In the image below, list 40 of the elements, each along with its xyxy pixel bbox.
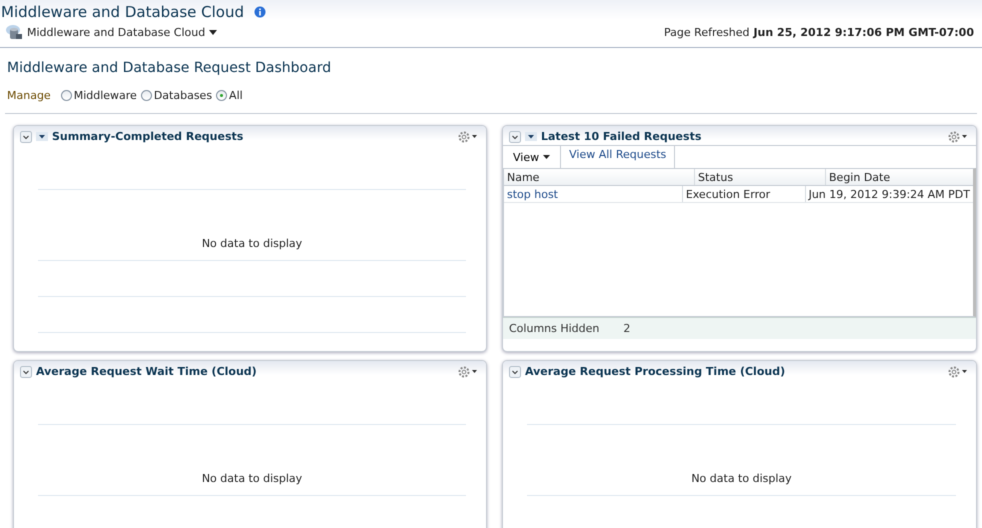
refresh-label: Page Refreshed [664,26,750,38]
table-cell: Execution Error [682,186,805,202]
view-menu[interactable]: View [503,146,562,168]
column-header[interactable]: Status [694,169,825,185]
panel-title: Average Request Processing Time (Cloud) [525,365,786,378]
empty-message: No data to display [691,472,792,485]
dashboard-title: Middleware and Database Request Dashboard [6,59,332,76]
target-menu[interactable]: Middleware and Database Cloud [5,24,218,40]
caret-icon [543,155,550,159]
footer-value: 2 [623,322,630,335]
manage-label: Manage [7,88,51,102]
collapse-icon[interactable] [20,366,32,378]
refresh-time: Jun 25, 2012 9:17:06 PM GMT-07:00 [753,26,974,38]
view-all-link[interactable]: View All Requests [561,146,676,168]
settings-icon[interactable] [458,366,478,378]
footer-label: Columns Hidden [509,322,600,335]
info-icon[interactable] [254,6,266,18]
column-header[interactable]: Name [504,169,694,185]
column-header[interactable]: Begin Date [825,169,973,185]
collapse-icon[interactable] [20,130,32,142]
page-title: Middleware and Database Cloud [1,3,244,21]
request-link[interactable]: stop host [507,188,558,200]
radio-option[interactable]: Databases [140,88,212,102]
menu-dropdown-icon[interactable] [525,132,537,141]
settings-icon[interactable] [948,130,968,142]
cloud-database-icon [5,24,23,40]
empty-message: No data to display [202,472,302,485]
radio-option[interactable]: All [216,88,243,102]
panel-title: Summary-Completed Requests [52,130,244,143]
settings-icon[interactable] [948,366,968,378]
table-cell: Jun 19, 2012 9:39:24 AM PDT [804,186,973,202]
settings-icon[interactable] [458,130,478,142]
caret-icon [209,30,218,34]
menu-dropdown-icon[interactable] [36,132,48,141]
collapse-icon[interactable] [509,366,521,378]
collapse-icon[interactable] [509,130,521,142]
panel-title: Average Request Wait Time (Cloud) [36,365,258,378]
radio-option[interactable]: Middleware [60,88,137,102]
empty-message: No data to display [202,237,302,250]
panel-title: Latest 10 Failed Requests [541,130,702,143]
